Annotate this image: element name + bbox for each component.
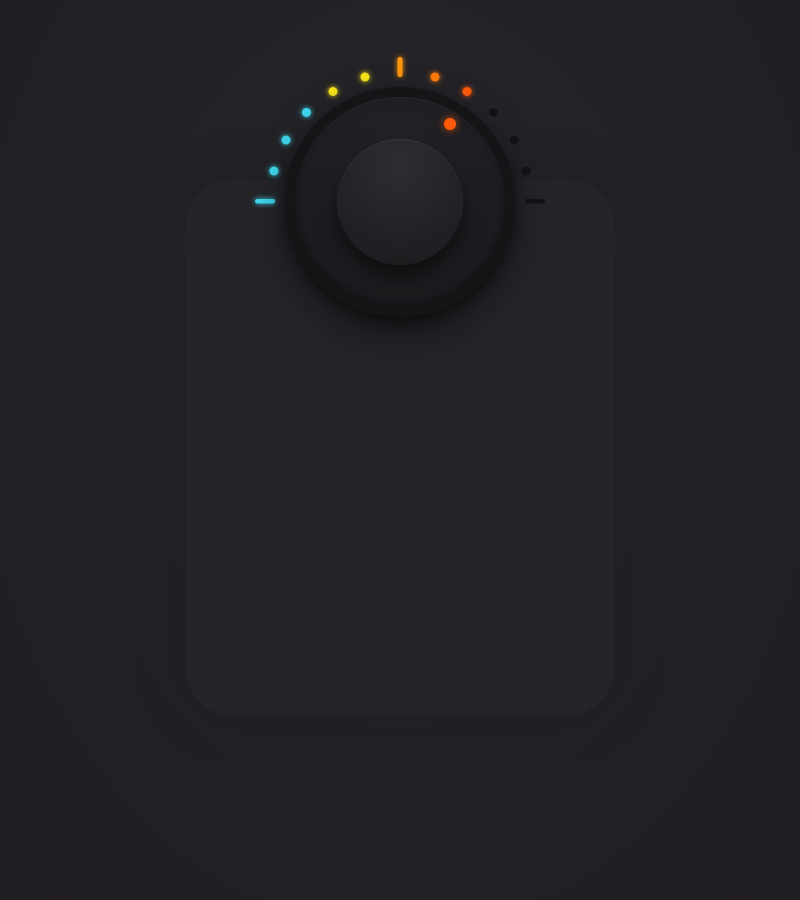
tick-max-marker	[525, 199, 545, 204]
tick-min-marker	[255, 199, 275, 204]
tick-dot	[360, 72, 370, 82]
tick-dot	[521, 166, 531, 176]
tick-dot	[462, 87, 472, 96]
tick-dot	[430, 72, 440, 82]
knob-indicator-dot	[444, 118, 456, 130]
tick-dot	[269, 166, 279, 176]
tick-dot	[509, 135, 519, 145]
tick-dot	[302, 108, 311, 117]
tick-dot	[489, 108, 498, 117]
knob-stage	[0, 0, 800, 900]
tick-mid-marker	[397, 57, 403, 77]
knob-cap[interactable]	[337, 139, 463, 265]
tick-dot	[328, 87, 338, 96]
tick-dot	[281, 135, 291, 145]
